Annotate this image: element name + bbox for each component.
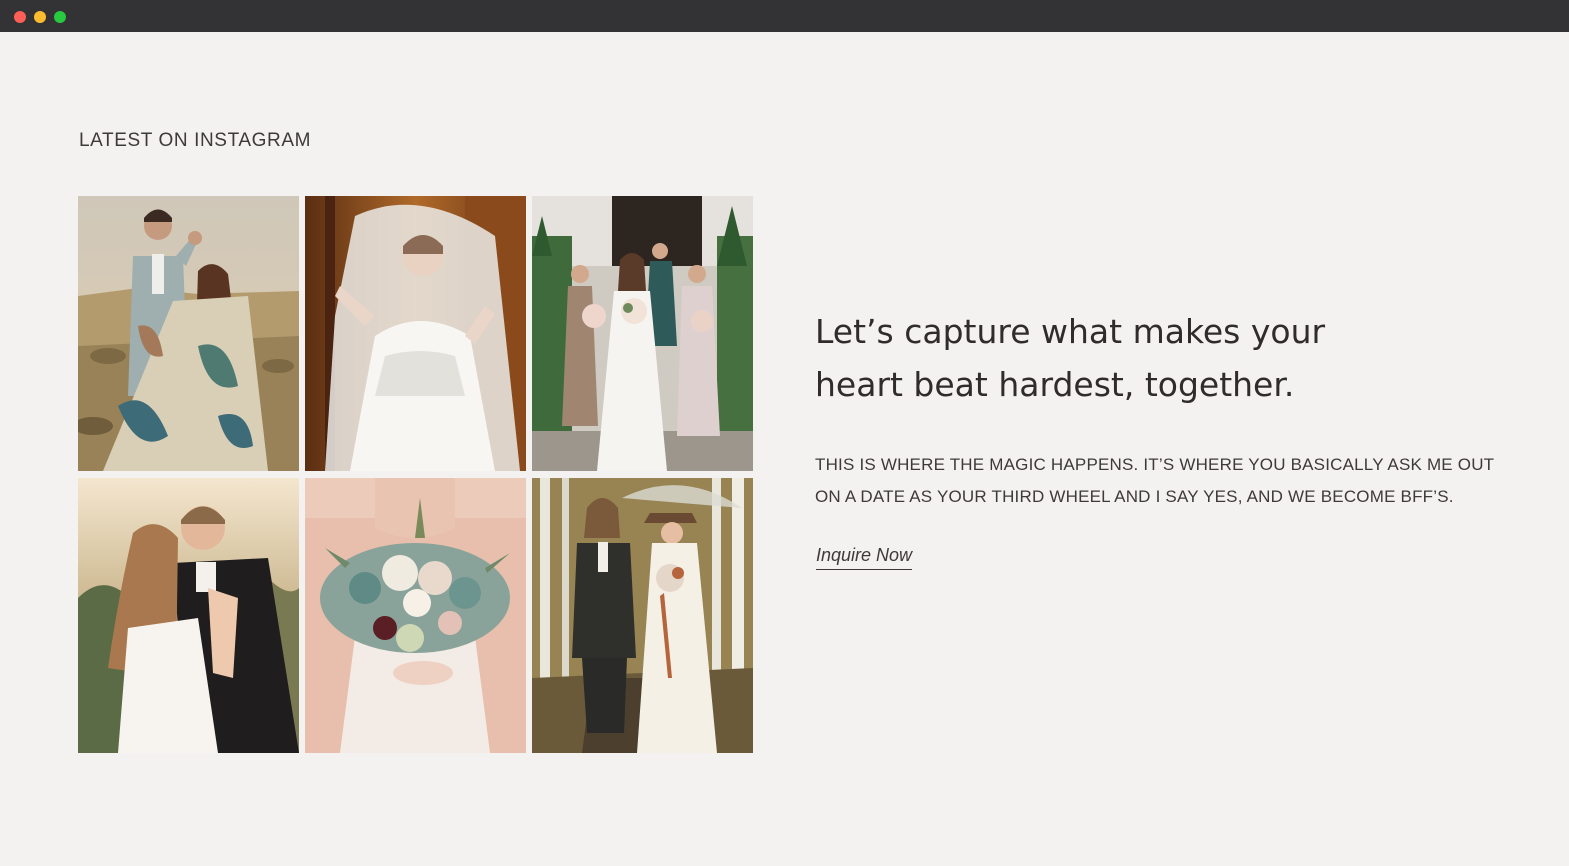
instagram-photo-bouquet[interactable]: [305, 478, 526, 753]
cta-body-text: THIS IS WHERE THE MAGIC HAPPENS. IT’S WH…: [815, 455, 1494, 506]
inquire-now-link[interactable]: Inquire Now: [816, 545, 913, 570]
browser-window: LATEST ON INSTAGRAM Let’s capture what m…: [0, 0, 1569, 866]
instagram-photo-grid: [78, 196, 753, 753]
bridal-party-image: [532, 196, 753, 471]
bride-veil-image: [305, 196, 526, 471]
cta-headline: Let’s capture what makes your heart beat…: [815, 312, 1326, 404]
instagram-photo-bridal-party[interactable]: [532, 196, 753, 471]
instagram-photo-forest-couple[interactable]: [532, 478, 753, 753]
instagram-photo-bride-veil[interactable]: [305, 196, 526, 471]
zoom-window-button[interactable]: [54, 11, 66, 23]
couple-desert-image: [78, 196, 299, 471]
couple-kiss-image: [78, 478, 299, 753]
instagram-photo-couple-desert[interactable]: [78, 196, 299, 471]
instagram-photo-couple-kiss[interactable]: [78, 478, 299, 753]
title-bar: [0, 0, 1569, 32]
minimize-window-button[interactable]: [34, 11, 46, 23]
instagram-section-title: LATEST ON INSTAGRAM: [79, 130, 312, 151]
forest-couple-image: [532, 478, 753, 753]
bouquet-image: [305, 478, 526, 753]
close-window-button[interactable]: [14, 11, 26, 23]
